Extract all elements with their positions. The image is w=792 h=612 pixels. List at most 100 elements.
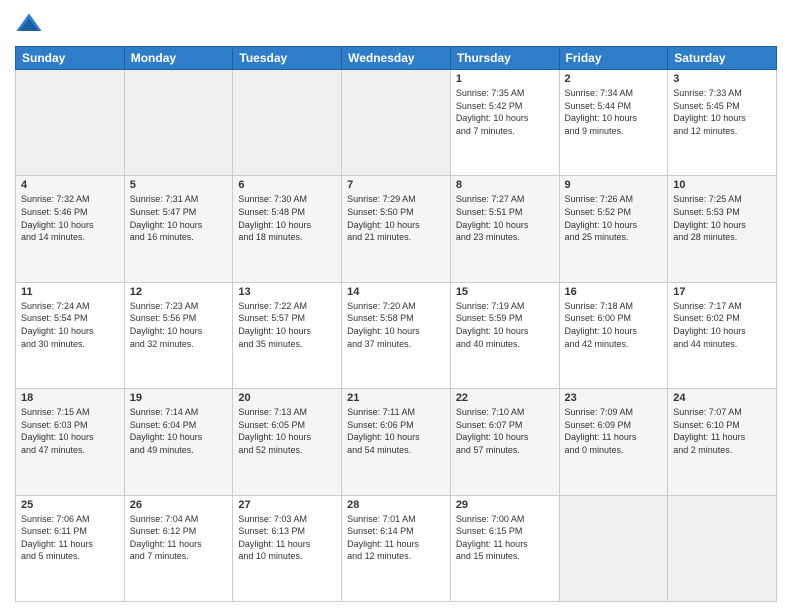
day-info: Sunrise: 7:13 AM Sunset: 6:05 PM Dayligh… bbox=[238, 406, 336, 456]
calendar-cell: 21 Sunrise: 7:11 AM Sunset: 6:06 PM Dayli… bbox=[342, 389, 451, 495]
day-number: 29 bbox=[456, 499, 554, 511]
calendar-table: SundayMondayTuesdayWednesdayThursdayFrid… bbox=[15, 46, 777, 602]
calendar-cell: 16 Sunrise: 7:18 AM Sunset: 6:00 PM Dayli… bbox=[559, 282, 668, 388]
day-info: Sunrise: 7:22 AM Sunset: 5:57 PM Dayligh… bbox=[238, 300, 336, 350]
day-info: Sunrise: 7:17 AM Sunset: 6:02 PM Dayligh… bbox=[673, 300, 771, 350]
day-info: Sunrise: 7:04 AM Sunset: 6:12 PM Dayligh… bbox=[130, 513, 228, 563]
calendar-cell: 15 Sunrise: 7:19 AM Sunset: 5:59 PM Dayli… bbox=[450, 282, 559, 388]
weekday-header: Monday bbox=[124, 47, 233, 70]
calendar-cell bbox=[124, 70, 233, 176]
day-number: 21 bbox=[347, 392, 445, 404]
calendar-header-row: SundayMondayTuesdayWednesdayThursdayFrid… bbox=[16, 47, 777, 70]
day-info: Sunrise: 7:09 AM Sunset: 6:09 PM Dayligh… bbox=[565, 406, 663, 456]
calendar-cell: 2 Sunrise: 7:34 AM Sunset: 5:44 PM Daylig… bbox=[559, 70, 668, 176]
weekday-header: Sunday bbox=[16, 47, 125, 70]
calendar-cell bbox=[233, 70, 342, 176]
logo bbox=[15, 10, 47, 38]
calendar-cell: 18 Sunrise: 7:15 AM Sunset: 6:03 PM Dayli… bbox=[16, 389, 125, 495]
calendar-cell: 19 Sunrise: 7:14 AM Sunset: 6:04 PM Dayli… bbox=[124, 389, 233, 495]
calendar-week-row: 18 Sunrise: 7:15 AM Sunset: 6:03 PM Dayli… bbox=[16, 389, 777, 495]
day-info: Sunrise: 7:24 AM Sunset: 5:54 PM Dayligh… bbox=[21, 300, 119, 350]
calendar-cell: 9Sunrise: 7:26 AM Sunset: 5:52 PM Daylig… bbox=[559, 176, 668, 282]
day-info: Sunrise: 7:03 AM Sunset: 6:13 PM Dayligh… bbox=[238, 513, 336, 563]
calendar-cell: 13 Sunrise: 7:22 AM Sunset: 5:57 PM Dayli… bbox=[233, 282, 342, 388]
calendar-cell bbox=[16, 70, 125, 176]
calendar-cell: 5 Sunrise: 7:31 AM Sunset: 5:47 PM Daylig… bbox=[124, 176, 233, 282]
day-number: 8 bbox=[456, 179, 554, 191]
weekday-header: Thursday bbox=[450, 47, 559, 70]
weekday-header: Friday bbox=[559, 47, 668, 70]
calendar-cell: 6Sunrise: 7:30 AM Sunset: 5:48 PM Daylig… bbox=[233, 176, 342, 282]
logo-icon bbox=[15, 10, 43, 38]
weekday-header: Wednesday bbox=[342, 47, 451, 70]
calendar-cell: 24Sunrise: 7:07 AM Sunset: 6:10 PM Dayli… bbox=[668, 389, 777, 495]
page: SundayMondayTuesdayWednesdayThursdayFrid… bbox=[0, 0, 792, 612]
day-info: Sunrise: 7:26 AM Sunset: 5:52 PM Dayligh… bbox=[565, 193, 663, 243]
calendar-cell: 4 Sunrise: 7:32 AM Sunset: 5:46 PM Daylig… bbox=[16, 176, 125, 282]
calendar-cell: 8 Sunrise: 7:27 AM Sunset: 5:51 PM Daylig… bbox=[450, 176, 559, 282]
day-info: Sunrise: 7:35 AM Sunset: 5:42 PM Dayligh… bbox=[456, 87, 554, 137]
calendar-cell: 27 Sunrise: 7:03 AM Sunset: 6:13 PM Dayli… bbox=[233, 495, 342, 601]
day-info: Sunrise: 7:20 AM Sunset: 5:58 PM Dayligh… bbox=[347, 300, 445, 350]
day-info: Sunrise: 7:34 AM Sunset: 5:44 PM Dayligh… bbox=[565, 87, 663, 137]
day-number: 7 bbox=[347, 179, 445, 191]
day-info: Sunrise: 7:11 AM Sunset: 6:06 PM Dayligh… bbox=[347, 406, 445, 456]
calendar-cell bbox=[342, 70, 451, 176]
day-number: 12 bbox=[130, 286, 228, 298]
day-number: 27 bbox=[238, 499, 336, 511]
day-number: 4 bbox=[21, 179, 119, 191]
day-info: Sunrise: 7:10 AM Sunset: 6:07 PM Dayligh… bbox=[456, 406, 554, 456]
calendar-week-row: 1 Sunrise: 7:35 AM Sunset: 5:42 PM Daylig… bbox=[16, 70, 777, 176]
day-number: 10 bbox=[673, 179, 771, 191]
calendar-cell: 28 Sunrise: 7:01 AM Sunset: 6:14 PM Dayli… bbox=[342, 495, 451, 601]
day-info: Sunrise: 7:32 AM Sunset: 5:46 PM Dayligh… bbox=[21, 193, 119, 243]
day-info: Sunrise: 7:29 AM Sunset: 5:50 PM Dayligh… bbox=[347, 193, 445, 243]
calendar-cell: 1 Sunrise: 7:35 AM Sunset: 5:42 PM Daylig… bbox=[450, 70, 559, 176]
day-number: 1 bbox=[456, 73, 554, 85]
day-info: Sunrise: 7:33 AM Sunset: 5:45 PM Dayligh… bbox=[673, 87, 771, 137]
calendar-cell: 12Sunrise: 7:23 AM Sunset: 5:56 PM Dayli… bbox=[124, 282, 233, 388]
day-info: Sunrise: 7:27 AM Sunset: 5:51 PM Dayligh… bbox=[456, 193, 554, 243]
calendar-cell: 3 Sunrise: 7:33 AM Sunset: 5:45 PM Daylig… bbox=[668, 70, 777, 176]
header bbox=[15, 10, 777, 38]
day-info: Sunrise: 7:01 AM Sunset: 6:14 PM Dayligh… bbox=[347, 513, 445, 563]
day-number: 5 bbox=[130, 179, 228, 191]
day-info: Sunrise: 7:25 AM Sunset: 5:53 PM Dayligh… bbox=[673, 193, 771, 243]
calendar-cell bbox=[668, 495, 777, 601]
day-number: 20 bbox=[238, 392, 336, 404]
day-number: 26 bbox=[130, 499, 228, 511]
day-number: 2 bbox=[565, 73, 663, 85]
day-number: 28 bbox=[347, 499, 445, 511]
calendar-cell: 7 Sunrise: 7:29 AM Sunset: 5:50 PM Daylig… bbox=[342, 176, 451, 282]
calendar-week-row: 11 Sunrise: 7:24 AM Sunset: 5:54 PM Dayli… bbox=[16, 282, 777, 388]
day-number: 16 bbox=[565, 286, 663, 298]
day-info: Sunrise: 7:00 AM Sunset: 6:15 PM Dayligh… bbox=[456, 513, 554, 563]
day-number: 11 bbox=[21, 286, 119, 298]
day-number: 18 bbox=[21, 392, 119, 404]
day-info: Sunrise: 7:31 AM Sunset: 5:47 PM Dayligh… bbox=[130, 193, 228, 243]
day-info: Sunrise: 7:30 AM Sunset: 5:48 PM Dayligh… bbox=[238, 193, 336, 243]
day-number: 17 bbox=[673, 286, 771, 298]
day-number: 22 bbox=[456, 392, 554, 404]
day-number: 23 bbox=[565, 392, 663, 404]
calendar-cell: 11 Sunrise: 7:24 AM Sunset: 5:54 PM Dayli… bbox=[16, 282, 125, 388]
calendar-cell: 29 Sunrise: 7:00 AM Sunset: 6:15 PM Dayli… bbox=[450, 495, 559, 601]
day-info: Sunrise: 7:19 AM Sunset: 5:59 PM Dayligh… bbox=[456, 300, 554, 350]
calendar-cell: 23 Sunrise: 7:09 AM Sunset: 6:09 PM Dayli… bbox=[559, 389, 668, 495]
weekday-header: Saturday bbox=[668, 47, 777, 70]
calendar-cell: 26 Sunrise: 7:04 AM Sunset: 6:12 PM Dayli… bbox=[124, 495, 233, 601]
day-number: 19 bbox=[130, 392, 228, 404]
calendar-cell: 17 Sunrise: 7:17 AM Sunset: 6:02 PM Dayli… bbox=[668, 282, 777, 388]
day-info: Sunrise: 7:15 AM Sunset: 6:03 PM Dayligh… bbox=[21, 406, 119, 456]
day-number: 25 bbox=[21, 499, 119, 511]
calendar-cell: 10 Sunrise: 7:25 AM Sunset: 5:53 PM Dayli… bbox=[668, 176, 777, 282]
day-number: 13 bbox=[238, 286, 336, 298]
day-number: 15 bbox=[456, 286, 554, 298]
calendar-week-row: 25Sunrise: 7:06 AM Sunset: 6:11 PM Dayli… bbox=[16, 495, 777, 601]
calendar-cell bbox=[559, 495, 668, 601]
day-info: Sunrise: 7:18 AM Sunset: 6:00 PM Dayligh… bbox=[565, 300, 663, 350]
weekday-header: Tuesday bbox=[233, 47, 342, 70]
calendar-cell: 14Sunrise: 7:20 AM Sunset: 5:58 PM Dayli… bbox=[342, 282, 451, 388]
day-number: 3 bbox=[673, 73, 771, 85]
day-info: Sunrise: 7:14 AM Sunset: 6:04 PM Dayligh… bbox=[130, 406, 228, 456]
